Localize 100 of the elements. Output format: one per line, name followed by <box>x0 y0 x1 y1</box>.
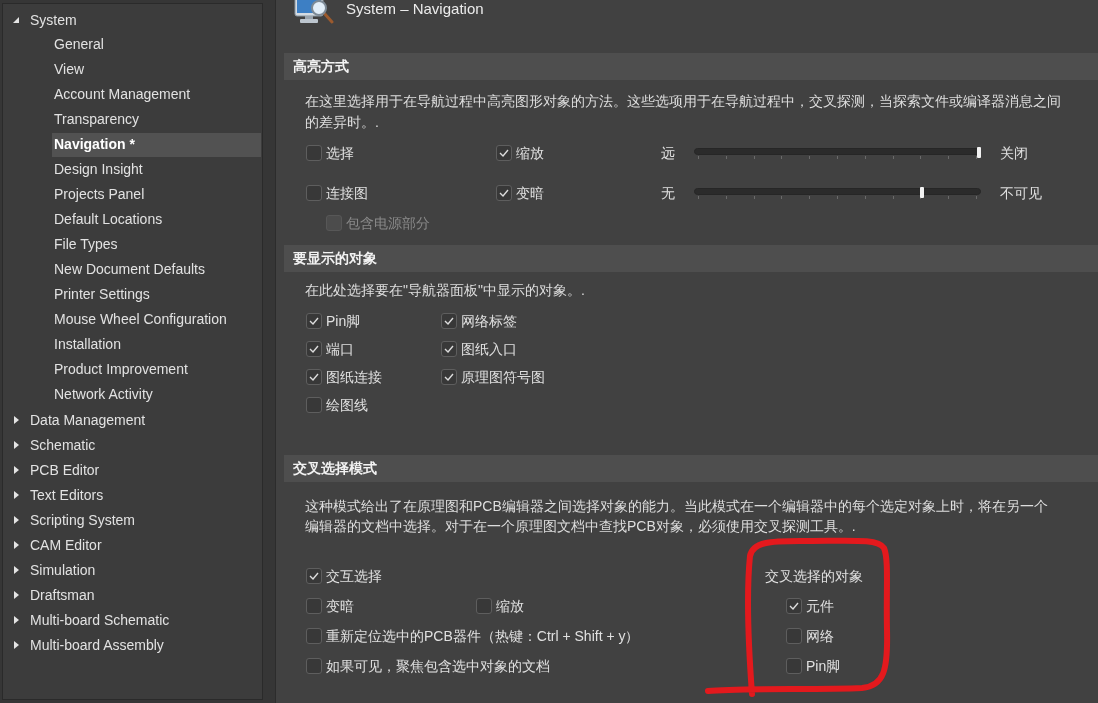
slider-track[interactable] <box>694 187 981 199</box>
tick-icon <box>499 189 509 197</box>
slider-label: 关闭 <box>1000 144 1028 163</box>
checkbox[interactable] <box>306 568 322 584</box>
tree-item[interactable]: Installation <box>52 332 261 357</box>
checkbox[interactable] <box>786 658 802 674</box>
tick-icon <box>309 572 319 580</box>
checkbox-label: 连接图 <box>326 184 368 203</box>
tick-icon <box>444 345 454 353</box>
expand-triangle-icon[interactable] <box>13 490 19 499</box>
checkbox[interactable] <box>496 145 512 161</box>
tree-item[interactable]: Mouse Wheel Configuration <box>52 307 261 332</box>
checkbox[interactable] <box>306 185 322 201</box>
group-label: 交叉选择的对象 <box>765 567 863 586</box>
checkbox-label: 网络 <box>806 627 834 646</box>
checkbox[interactable] <box>441 369 457 385</box>
tree-item[interactable]: Transparency <box>52 107 261 132</box>
checkbox-label: 包含电源部分 <box>346 214 430 233</box>
slider-thumb[interactable] <box>920 187 925 198</box>
checkbox[interactable] <box>306 341 322 357</box>
expand-triangle-icon[interactable] <box>13 590 19 599</box>
tree-item[interactable]: Account Management <box>52 82 261 107</box>
slider-label: 不可见 <box>1000 184 1042 203</box>
tick-icon <box>309 373 319 381</box>
tree-item[interactable]: View <box>52 57 261 82</box>
expand-triangle-icon[interactable] <box>13 465 19 474</box>
checkbox[interactable] <box>306 145 322 161</box>
checkbox[interactable] <box>306 658 322 674</box>
checkbox-label: 原理图符号图 <box>461 368 545 387</box>
expand-triangle-icon[interactable] <box>13 615 19 624</box>
checkbox[interactable] <box>786 628 802 644</box>
slider-track[interactable] <box>694 147 981 159</box>
tree-item[interactable]: Text Editors <box>30 482 104 507</box>
checkbox-label: 变暗 <box>326 597 354 616</box>
section-title: 要显示的对象 <box>293 249 377 268</box>
expand-triangle-icon[interactable] <box>13 440 19 449</box>
tree-item[interactable]: Navigation * <box>52 132 261 157</box>
tick-icon <box>309 345 319 353</box>
tree-item[interactable]: Draftsman <box>30 582 95 607</box>
checkbox[interactable] <box>786 598 802 614</box>
tick-icon <box>444 373 454 381</box>
checkbox-label: 元件 <box>806 597 834 616</box>
monitor-magnifier-icon <box>292 0 334 24</box>
tree-item[interactable]: System <box>30 7 77 32</box>
checkbox[interactable] <box>306 598 322 614</box>
slider-thumb[interactable] <box>977 147 981 158</box>
checkbox[interactable] <box>496 185 512 201</box>
checkbox[interactable] <box>306 397 322 413</box>
checkbox-label: 图纸连接 <box>326 368 382 387</box>
checkbox-label: 缩放 <box>496 597 524 616</box>
tree-item[interactable]: Simulation <box>30 557 96 582</box>
collapse-triangle-icon[interactable] <box>13 16 19 23</box>
expand-triangle-icon[interactable] <box>13 515 19 524</box>
checkbox-label: 图纸入口 <box>461 340 517 359</box>
checkbox[interactable] <box>441 341 457 357</box>
checkbox-label: 网络标签 <box>461 312 517 331</box>
tree-item[interactable]: Multi-board Assembly <box>30 632 164 657</box>
checkbox-label: 变暗 <box>516 184 544 203</box>
checkbox-label: 交互选择 <box>326 567 382 586</box>
tree-item[interactable]: Printer Settings <box>52 282 261 307</box>
checkbox[interactable] <box>476 598 492 614</box>
checkbox-label: 选择 <box>326 144 354 163</box>
tick-icon <box>444 317 454 325</box>
section-title: 高亮方式 <box>293 57 349 76</box>
tree-item[interactable]: General <box>52 32 261 57</box>
tree-item[interactable]: Default Locations <box>52 207 261 232</box>
checkbox-label: 缩放 <box>516 144 544 163</box>
tree-item[interactable]: Data Management <box>30 407 146 432</box>
tree-item[interactable]: CAM Editor <box>30 532 102 557</box>
tree-item[interactable]: Product Improvement <box>52 357 261 382</box>
tick-icon <box>309 317 319 325</box>
checkbox[interactable] <box>306 369 322 385</box>
checkbox[interactable] <box>441 313 457 329</box>
tree-item[interactable]: PCB Editor <box>30 457 100 482</box>
section-description: 这种模式给出了在原理图和PCB编辑器之间选择对象的能力。当此模式在一个编辑器中的每个选定对象上时，将在另一个编辑器的文档中选择。对于在一个原理图文档中查找PCB对象，必须使用交叉探测工具。. <box>305 497 1049 536</box>
checkbox-label: 绘图线 <box>326 396 368 415</box>
expand-triangle-icon[interactable] <box>13 565 19 574</box>
checkbox-label: 如果可见，聚焦包含选中对象的文档 <box>326 657 550 676</box>
tree-item[interactable]: New Document Defaults <box>52 257 261 282</box>
expand-triangle-icon[interactable] <box>13 540 19 549</box>
tree-item[interactable]: Schematic <box>30 432 96 457</box>
tree-item[interactable]: Design Insight <box>52 157 261 182</box>
tree-item[interactable]: Multi-board Schematic <box>30 607 170 632</box>
checkbox-label: 重新定位选中的PCB器件（热键：Ctrl + Shift + y） <box>326 627 640 646</box>
expand-triangle-icon[interactable] <box>13 415 19 424</box>
page-title: System – Navigation <box>346 0 484 18</box>
checkbox[interactable] <box>306 313 322 329</box>
section-description: 在这里选择用于在导航过程中高亮图形对象的方法。这些选项用于在导航过程中，交叉探测，当探索文件或编译器消息之间的差异时。. <box>305 92 1062 132</box>
tree-item[interactable]: Projects Panel <box>52 182 261 207</box>
tree-item[interactable]: File Types <box>52 232 261 257</box>
checkbox-label: Pin脚 <box>326 312 361 331</box>
tick-icon <box>789 602 799 610</box>
tree-item[interactable]: Scripting System <box>30 507 136 532</box>
expand-triangle-icon[interactable] <box>13 640 19 649</box>
checkbox-label: 端口 <box>326 340 354 359</box>
section-title: 交叉选择模式 <box>293 459 377 478</box>
tree-item[interactable]: Network Activity <box>52 382 261 407</box>
checkbox[interactable] <box>306 628 322 644</box>
slider-label: 无 <box>661 184 676 203</box>
tick-icon <box>499 149 509 157</box>
